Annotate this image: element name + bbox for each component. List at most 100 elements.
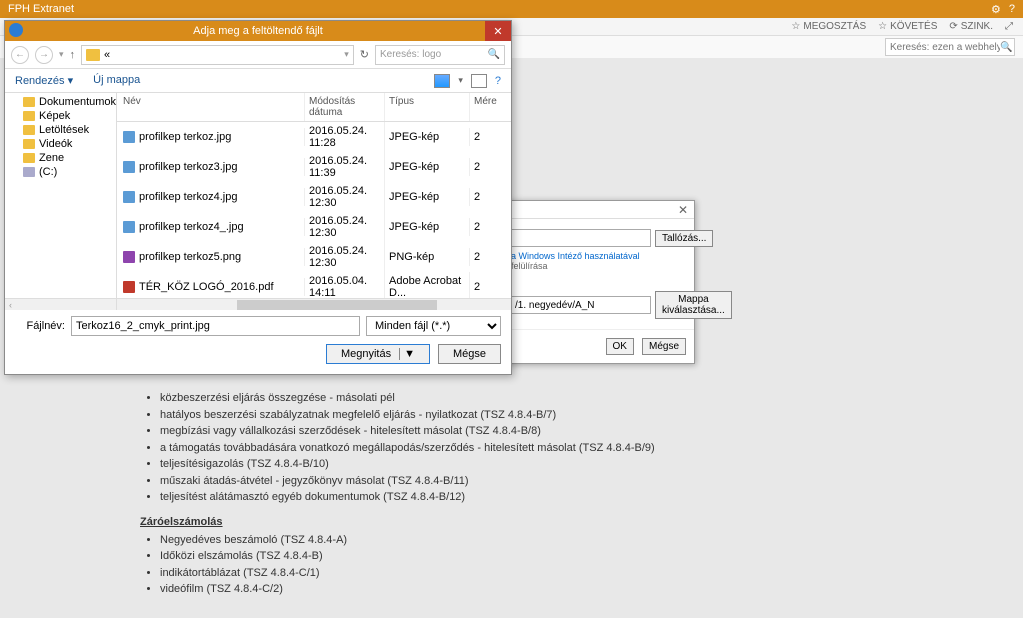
site-search-input[interactable] <box>890 42 1000 53</box>
file-list: Név Módosítás dátuma Típus Mére profilke… <box>117 93 511 298</box>
list-item: hatályos beszerzési szabályzatnak megfel… <box>160 407 883 424</box>
file-date: 2016.05.24. 11:28 <box>305 122 385 152</box>
folder-select-button[interactable]: Mappa kiválasztása... <box>655 291 732 319</box>
column-size[interactable]: Mére <box>470 93 505 121</box>
file-icon <box>123 281 135 293</box>
file-list-header: Név Módosítás dátuma Típus Mére <box>117 93 511 122</box>
dialog-search[interactable]: Keresés: logo 🔍 <box>375 45 505 65</box>
site-search[interactable]: 🔍 <box>885 38 1015 56</box>
preview-pane-icon[interactable] <box>471 74 487 88</box>
folder-icon <box>23 125 35 135</box>
scrollbar-thumb[interactable] <box>237 300 437 310</box>
sidebar-item[interactable]: Letöltések <box>5 123 116 137</box>
list-item: műszaki átadás-átvétel - jegyzőkönyv más… <box>160 473 883 490</box>
dialog-search-placeholder: Keresés: logo <box>380 49 441 60</box>
refresh-icon[interactable]: ↻ <box>360 48 369 61</box>
file-name: profilkep terkoz4.jpg <box>139 191 237 203</box>
chevron-down-icon[interactable]: ▾ <box>458 75 463 86</box>
sidebar-item-label: (C:) <box>39 166 57 178</box>
file-name: TÉR_KÖZ LOGÓ_2016.pdf <box>139 281 274 293</box>
file-icon <box>123 131 135 143</box>
sidebar-item[interactable]: Videók <box>5 137 116 151</box>
back-button[interactable]: ← <box>11 46 29 64</box>
file-row[interactable]: TÉR_KÖZ LOGÓ_2016.pdf2016.05.04. 14:11Ad… <box>117 272 511 298</box>
file-open-dialog: Adja meg a feltöltendő fájlt ✕ ← → ▾ ↑ «… <box>4 20 512 375</box>
path-bar[interactable]: « ▾ <box>81 45 354 65</box>
file-name: profilkep terkoz5.png <box>139 251 241 263</box>
sidebar-item[interactable]: Képek <box>5 109 116 123</box>
follow-button[interactable]: ☆ KÖVETÉS <box>878 21 937 32</box>
section-closing: Záróelszámolás <box>140 516 883 528</box>
destination-input[interactable] <box>511 296 651 314</box>
chevron-down-icon[interactable]: ▼ <box>399 348 415 360</box>
sidebar-item[interactable]: Zene <box>5 151 116 165</box>
file-row[interactable]: profilkep terkoz.jpg2016.05.24. 11:28JPE… <box>117 122 511 152</box>
column-type[interactable]: Típus <box>385 93 470 121</box>
file-row[interactable]: profilkep terkoz4_.jpg2016.05.24. 12:30J… <box>117 212 511 242</box>
path-crumbs: « <box>104 49 110 61</box>
column-date[interactable]: Módosítás dátuma <box>305 93 385 121</box>
chevron-down-icon[interactable]: ▾ <box>344 49 349 60</box>
folder-icon <box>86 49 100 61</box>
file-icon <box>123 251 135 263</box>
forward-button[interactable]: → <box>35 46 53 64</box>
upload-file-input[interactable] <box>511 229 651 247</box>
ok-button[interactable]: OK <box>606 338 634 355</box>
dialog-title: Adja meg a feltöltendő fájlt <box>193 25 323 37</box>
file-date: 2016.05.24. 12:30 <box>305 182 385 212</box>
file-type: Adobe Acrobat D... <box>385 272 470 298</box>
expand-icon[interactable]: ⤢ <box>1005 21 1013 32</box>
filename-input[interactable] <box>71 316 360 336</box>
file-type: PNG-kép <box>385 248 470 266</box>
new-folder-button[interactable]: Új mappa <box>93 74 140 87</box>
gear-icon[interactable]: ⚙ <box>991 3 1001 16</box>
dialog-toolbar: Rendezés ▾ Új mappa ▾ ? <box>5 69 511 93</box>
search-icon[interactable]: 🔍 <box>1000 42 1012 53</box>
file-size: 2 <box>470 128 505 146</box>
help-icon[interactable]: ? <box>1009 3 1015 15</box>
cancel-button[interactable]: Mégse <box>438 344 501 364</box>
file-date: 2016.05.24. 12:30 <box>305 212 385 242</box>
file-row[interactable]: profilkep terkoz4.jpg 2016.05.24. 12:30JP… <box>117 182 511 212</box>
organize-menu[interactable]: Rendezés ▾ <box>15 74 73 87</box>
view-mode-icon[interactable] <box>434 74 450 88</box>
list-item: megbízási vagy vállalkozási szerződések … <box>160 423 883 440</box>
dialog-sidebar: DokumentumokKépek LetöltésekVideókZene (C:… <box>5 93 117 298</box>
file-icon <box>123 191 135 203</box>
dialog-titlebar: Adja meg a feltöltendő fájlt ✕ <box>5 21 511 41</box>
file-row[interactable]: profilkep terkoz5.png 2016.05.24. 12:30PN… <box>117 242 511 272</box>
file-row[interactable]: profilkep terkoz3.jpg 2016.05.24. 11:39JP… <box>117 152 511 182</box>
close-button[interactable]: ✕ <box>485 21 511 41</box>
sidebar-item[interactable]: Dokumentumok <box>5 95 116 109</box>
file-size: 2 <box>470 218 505 236</box>
browse-button[interactable]: Tallózás... <box>655 230 713 247</box>
share-button[interactable]: ☆ MEGOSZTÁS <box>791 21 866 32</box>
horizontal-scrollbar[interactable]: ‹ <box>5 298 511 310</box>
sidebar-item-label: Képek <box>39 110 70 122</box>
list-item: indikátortáblázat (TSZ 4.8.4-C/1) <box>160 565 883 582</box>
explorer-link[interactable]: a Windows Intéző használatával <box>511 251 684 261</box>
file-date: 2016.05.24. 12:30 <box>305 242 385 272</box>
file-type-filter[interactable]: Minden fájl (*.*) <box>366 316 501 336</box>
file-type: JPEG-kép <box>385 218 470 236</box>
sidebar-item-label: Zene <box>39 152 64 164</box>
search-icon[interactable]: 🔍 <box>488 49 500 60</box>
sidebar-item[interactable]: (C:) <box>5 165 116 179</box>
bullet-list-closing: Negyedéves beszámoló (TSZ 4.8.4-A)Időköz… <box>160 532 883 598</box>
sidebar-item-label: Letöltések <box>39 124 89 136</box>
column-name[interactable]: Név <box>117 93 305 121</box>
file-type: JPEG-kép <box>385 158 470 176</box>
file-date: 2016.05.24. 11:39 <box>305 152 385 182</box>
sync-button[interactable]: ⟳ SZINK. <box>949 21 993 32</box>
recent-dropdown-icon[interactable]: ▾ <box>59 49 64 60</box>
up-button[interactable]: ↑ <box>70 49 76 61</box>
file-type: JPEG-kép <box>385 188 470 206</box>
open-button[interactable]: Megnyitás▼ <box>326 344 430 364</box>
cancel-button[interactable]: Mégse <box>642 338 686 355</box>
list-item: Negyedéves beszámoló (TSZ 4.8.4-A) <box>160 532 883 549</box>
app-header: FPH Extranet ⚙ ? <box>0 0 1023 18</box>
list-item: teljesítést alátámasztó egyéb dokumentum… <box>160 489 883 506</box>
file-name: profilkep terkoz3.jpg <box>139 161 237 173</box>
close-icon[interactable]: ✕ <box>678 203 688 217</box>
help-icon[interactable]: ? <box>495 75 501 87</box>
